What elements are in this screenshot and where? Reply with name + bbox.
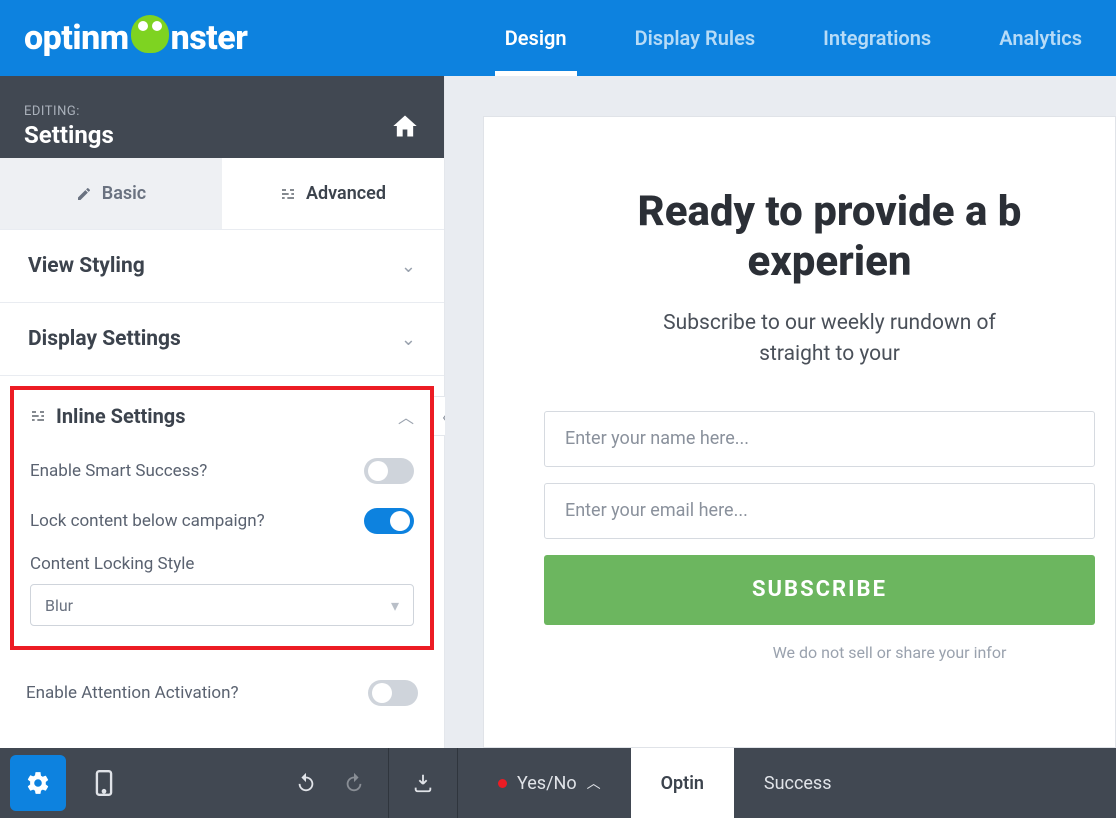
- subtab-basic-label: Basic: [102, 183, 146, 204]
- mobile-icon: [95, 770, 113, 796]
- pencil-icon: [76, 186, 92, 202]
- home-icon[interactable]: [390, 112, 420, 140]
- section-view-styling-title: View Styling: [28, 254, 145, 278]
- inline-settings-highlight: Inline Settings ︿ Enable Smart Success? …: [10, 386, 434, 650]
- preview-name-input[interactable]: Enter your name here...: [544, 411, 1095, 467]
- nav-tabs: Design Display Rules Integrations Analyt…: [471, 0, 1116, 76]
- monster-icon: [131, 15, 169, 53]
- preview-title-line2: experien: [544, 237, 1115, 287]
- undo-button[interactable]: [282, 772, 330, 794]
- brand-logo: optinm nster: [24, 18, 247, 58]
- chevron-down-icon: ⌄: [401, 329, 416, 350]
- preview-email-input[interactable]: Enter your email here...: [544, 483, 1095, 539]
- bottom-bar: Yes/No ︿ Optin Success: [0, 748, 1116, 818]
- section-display-settings-title: Display Settings: [28, 327, 181, 351]
- preview-sub-line1: Subscribe to our weekly rundown of: [544, 308, 1115, 340]
- view-yesno-label: Yes/No: [517, 773, 577, 794]
- redo-icon: [343, 772, 365, 794]
- view-success[interactable]: Success: [734, 748, 862, 818]
- download-button[interactable]: [399, 772, 447, 794]
- subtab-advanced-label: Advanced: [306, 183, 386, 204]
- setting-smart-success: Enable Smart Success?: [30, 446, 414, 496]
- mobile-preview-button[interactable]: [76, 755, 132, 811]
- section-inline-settings[interactable]: Inline Settings ︿: [30, 404, 414, 446]
- gear-icon: [25, 770, 51, 796]
- nav-tab-display-rules[interactable]: Display Rules: [601, 0, 790, 76]
- chevron-up-icon: ︿: [587, 773, 601, 793]
- setting-lock-content: Lock content below campaign?: [30, 496, 414, 546]
- chevron-up-icon: ︿: [398, 404, 414, 428]
- section-view-styling[interactable]: View Styling ⌄: [0, 230, 444, 303]
- setting-attention-activation: Enable Attention Activation?: [26, 668, 418, 718]
- preview-title-line1: Ready to provide a b: [544, 187, 1115, 237]
- subtab-basic[interactable]: Basic: [0, 158, 222, 229]
- preview-disclaimer: We do not sell or share your infor: [544, 643, 1115, 662]
- brand-text-left: optinm: [24, 18, 129, 58]
- inline-settings-title: Inline Settings: [56, 404, 185, 428]
- sidebar-header: EDITING: Settings: [0, 76, 444, 158]
- preview-sub-line2: straight to your: [544, 339, 1115, 371]
- view-yesno[interactable]: Yes/No ︿: [468, 748, 631, 818]
- sliders-icon: [30, 408, 46, 424]
- download-icon: [412, 772, 434, 794]
- status-dot-icon: [498, 779, 507, 788]
- subscribe-button[interactable]: SUBSCRIBE: [544, 555, 1095, 625]
- editing-label: EDITING:: [24, 104, 114, 119]
- redo-button[interactable]: [330, 772, 378, 794]
- lock-content-toggle[interactable]: [364, 508, 414, 534]
- nav-tab-analytics[interactable]: Analytics: [965, 0, 1116, 76]
- view-success-label: Success: [764, 773, 832, 794]
- section-display-settings[interactable]: Display Settings ⌄: [0, 303, 444, 376]
- view-optin[interactable]: Optin: [631, 748, 734, 818]
- nav-tab-design[interactable]: Design: [471, 0, 601, 76]
- editing-title: Settings: [24, 121, 114, 149]
- attention-label: Enable Attention Activation?: [26, 683, 239, 703]
- locking-style-select[interactable]: Blur ▾: [30, 584, 414, 626]
- locking-style-value: Blur: [45, 596, 73, 615]
- subtab-advanced[interactable]: Advanced: [222, 158, 444, 229]
- preview-canvas: Ready to provide a b experien Subscribe …: [445, 76, 1116, 748]
- sidebar: EDITING: Settings Basic Advanced View St…: [0, 76, 445, 748]
- caret-down-icon: ▾: [391, 596, 399, 615]
- chevron-down-icon: ⌄: [401, 256, 416, 277]
- undo-icon: [295, 772, 317, 794]
- smart-success-toggle[interactable]: [364, 458, 414, 484]
- view-optin-label: Optin: [661, 773, 704, 794]
- sliders-icon: [280, 186, 296, 202]
- subtabs: Basic Advanced: [0, 158, 444, 230]
- nav-tab-integrations[interactable]: Integrations: [789, 0, 965, 76]
- preview-card: Ready to provide a b experien Subscribe …: [483, 116, 1116, 748]
- locking-style-label: Content Locking Style: [30, 546, 414, 584]
- settings-gear-button[interactable]: [10, 755, 66, 811]
- brand-text-right: nster: [171, 18, 248, 58]
- lock-content-label: Lock content below campaign?: [30, 511, 265, 531]
- top-nav: optinm nster Design Display Rules Integr…: [0, 0, 1116, 76]
- smart-success-label: Enable Smart Success?: [30, 461, 207, 481]
- attention-toggle[interactable]: [368, 680, 418, 706]
